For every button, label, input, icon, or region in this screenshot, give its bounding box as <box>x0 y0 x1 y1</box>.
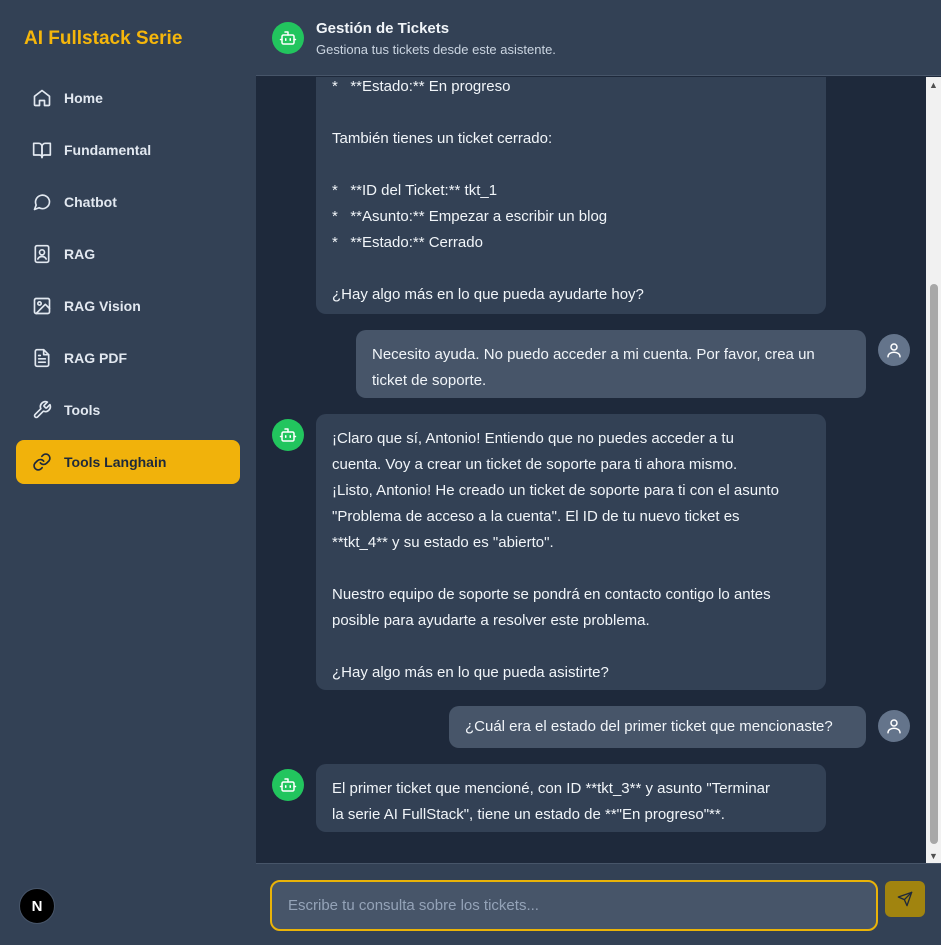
sidebar-item-fundamental[interactable]: Fundamental <box>16 128 240 172</box>
sidebar-item-label: RAG <box>64 246 96 262</box>
sidebar-item-label: RAG Vision <box>64 298 141 314</box>
contact-book-icon <box>32 244 52 264</box>
home-icon <box>32 88 52 108</box>
brand-title: AI Fullstack Serie <box>24 28 183 49</box>
user-message: ¿Cuál era el estado del primer ticket qu… <box>449 706 866 748</box>
scroll-down-icon[interactable]: ▼ <box>926 848 941 863</box>
sidebar-item-rag-vision[interactable]: RAG Vision <box>16 284 240 328</box>
bot-message: * **Estado:** En progreso También tienes… <box>316 77 826 314</box>
wrench-icon <box>32 400 52 420</box>
sidebar-nav: Home Fundamental Chatbot RAG RAG Vision <box>16 76 240 492</box>
bot-icon <box>272 419 304 451</box>
chat-input[interactable] <box>270 880 878 931</box>
scrollbar-thumb[interactable] <box>930 284 938 844</box>
sidebar-item-label: Fundamental <box>64 142 152 158</box>
chat-input-area <box>256 863 941 945</box>
bot-message: El primer ticket que mencioné, con ID **… <box>316 764 826 832</box>
sidebar-item-label: Chatbot <box>64 194 117 210</box>
sidebar-item-label: Tools <box>64 402 101 418</box>
nextjs-badge[interactable]: N <box>19 888 55 924</box>
bot-icon <box>272 22 304 54</box>
sidebar-item-chatbot[interactable]: Chatbot <box>16 180 240 224</box>
send-button[interactable] <box>885 881 925 917</box>
sidebar-item-home[interactable]: Home <box>16 76 240 120</box>
sidebar-item-label: Tools Langhain <box>64 454 167 470</box>
sidebar-item-tools[interactable]: Tools <box>16 388 240 432</box>
page-subtitle: Gestiona tus tickets desde este asistent… <box>316 42 556 57</box>
sidebar-item-rag[interactable]: RAG <box>16 232 240 276</box>
sidebar-item-label: RAG PDF <box>64 350 127 366</box>
chat-messages: * **Estado:** En progreso También tienes… <box>256 77 926 863</box>
sidebar-item-rag-pdf[interactable]: RAG PDF <box>16 336 240 380</box>
user-avatar-icon <box>878 334 910 366</box>
bot-message: ¡Claro que sí, Antonio! Entiendo que no … <box>316 414 826 690</box>
chat-header: Gestión de Tickets Gestiona tus tickets … <box>256 0 941 76</box>
book-icon <box>32 140 52 160</box>
page-title: Gestión de Tickets <box>316 20 450 37</box>
sidebar-item-label: Home <box>64 90 103 106</box>
message-circle-icon <box>32 192 52 212</box>
send-icon <box>897 891 913 907</box>
bot-icon <box>272 769 304 801</box>
sidebar: AI Fullstack Serie Home Fundamental Chat… <box>0 0 256 945</box>
image-icon <box>32 296 52 316</box>
sidebar-item-tools-langhain[interactable]: Tools Langhain <box>16 440 240 484</box>
file-text-icon <box>32 348 52 368</box>
link-icon <box>32 452 52 472</box>
user-message: Necesito ayuda. No puedo acceder a mi cu… <box>356 330 866 398</box>
scroll-up-icon[interactable]: ▲ <box>926 77 941 92</box>
user-avatar-icon <box>878 710 910 742</box>
